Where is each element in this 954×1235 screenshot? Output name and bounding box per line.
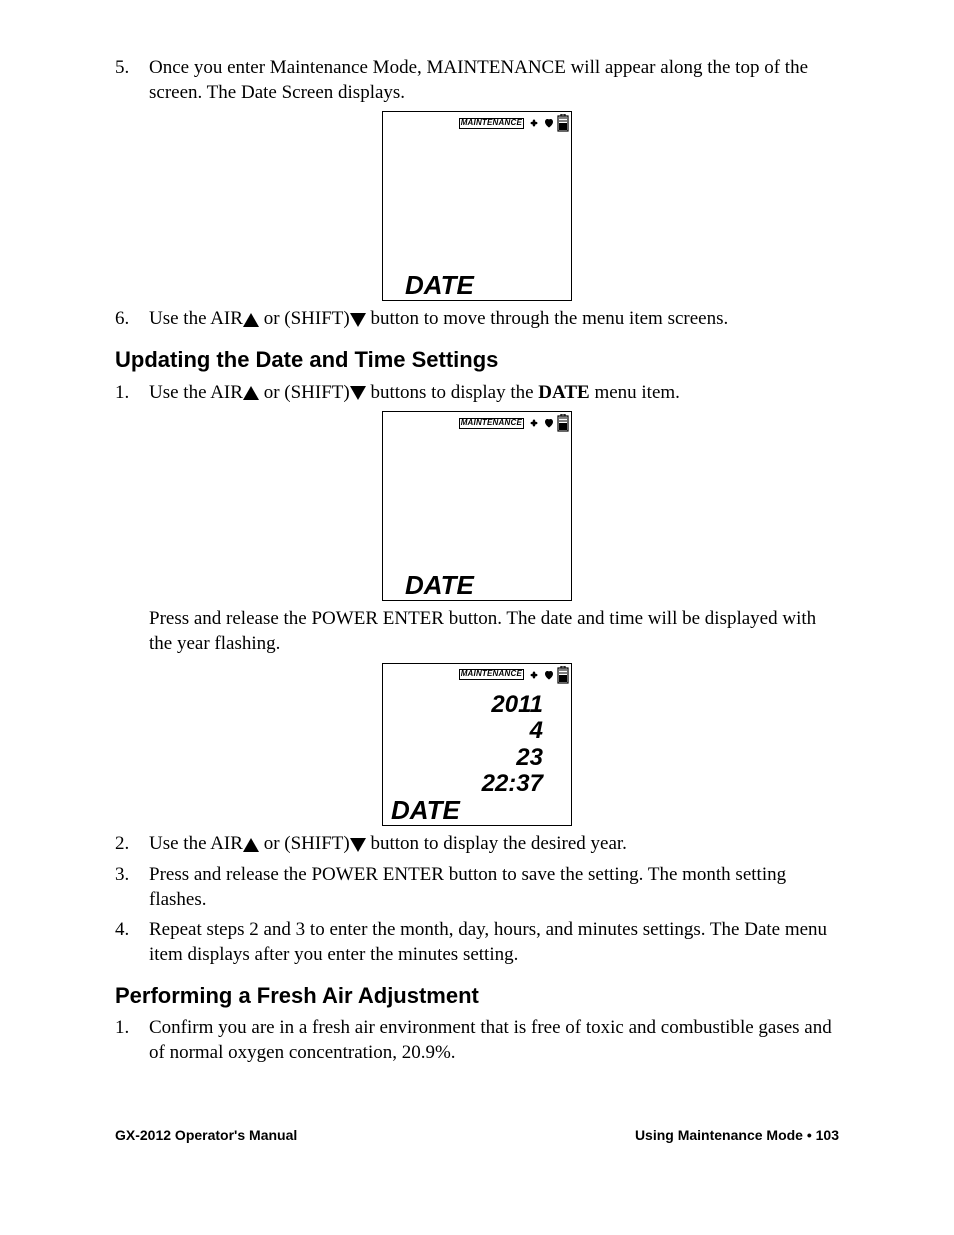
fan-icon — [527, 416, 541, 430]
list-number: 1. — [115, 1016, 149, 1065]
list-item-s1-4: 4. Repeat steps 2 and 3 to enter the mon… — [115, 918, 839, 967]
list-item-s1-2: 2. Use the AIR or (SHIFT) button to disp… — [115, 832, 839, 857]
screen-footer-label: DATE — [383, 572, 571, 600]
down-triangle-icon — [350, 386, 366, 400]
list-body: Press and release the POWER ENTER button… — [149, 607, 839, 656]
list-item-6: 6. Use the AIR or (SHIFT) button to move… — [115, 307, 839, 332]
text-mid: or (SHIFT) — [259, 833, 350, 854]
screen-values: 2011 4 23 22:37 — [383, 684, 571, 798]
fan-icon — [527, 668, 541, 682]
list-body: Once you enter Maintenance Mode, MAINTEN… — [149, 56, 839, 105]
list-body: Use the AIR or (SHIFT) buttons to displa… — [149, 381, 839, 406]
list-number: 5. — [115, 56, 149, 105]
list-number: 1. — [115, 381, 149, 406]
fan-icon — [527, 116, 541, 130]
device-screen: MAINTENANCE DATE — [382, 111, 572, 301]
screen-header: MAINTENANCE — [383, 112, 571, 132]
battery-icon — [557, 114, 569, 132]
heart-icon — [543, 417, 555, 429]
text-post: buttons to display the — [366, 382, 539, 403]
list-number: 3. — [115, 863, 149, 912]
device-screen: MAINTENANCE 2011 4 23 22:37 DATE — [382, 663, 572, 827]
footer-right: Using Maintenance Mode • 103 — [635, 1126, 839, 1144]
maintenance-label: MAINTENANCE — [459, 669, 524, 680]
list-body: Confirm you are in a fresh air environme… — [149, 1016, 839, 1065]
list-number: 4. — [115, 918, 149, 967]
list-number: 6. — [115, 307, 149, 332]
text-pre: Use the AIR — [149, 833, 243, 854]
down-triangle-icon — [350, 838, 366, 852]
list-item-s1-1b: Press and release the POWER ENTER button… — [115, 607, 839, 656]
screen-footer-label: DATE — [383, 797, 571, 825]
list-body: Press and release the POWER ENTER button… — [149, 863, 839, 912]
screen-header: MAINTENANCE — [383, 412, 571, 432]
down-triangle-icon — [350, 313, 366, 327]
text-mid: or (SHIFT) — [259, 382, 350, 403]
list-item-5: 5. Once you enter Maintenance Mode, MAIN… — [115, 56, 839, 105]
text-pre: Use the AIR — [149, 308, 243, 329]
heart-icon — [543, 117, 555, 129]
value-time: 22:37 — [383, 771, 543, 797]
screen-body — [383, 432, 571, 572]
heading-updating-date: Updating the Date and Time Settings — [115, 346, 839, 375]
maintenance-label: MAINTENANCE — [459, 418, 524, 429]
screen-footer-label: DATE — [383, 272, 571, 300]
text-post2: menu item. — [590, 382, 680, 403]
maintenance-label: MAINTENANCE — [459, 118, 524, 129]
battery-icon — [557, 414, 569, 432]
list-item-s1-3: 3. Press and release the POWER ENTER but… — [115, 863, 839, 912]
text-bold: DATE — [538, 382, 589, 403]
text-mid: or (SHIFT) — [259, 308, 350, 329]
screen-header: MAINTENANCE — [383, 664, 571, 684]
heart-icon — [543, 669, 555, 681]
list-item-s2-1: 1. Confirm you are in a fresh air enviro… — [115, 1016, 839, 1065]
screen-figure-2: MAINTENANCE DATE — [115, 411, 839, 601]
list-number-empty — [115, 607, 149, 656]
page-footer: GX-2012 Operator's Manual Using Maintena… — [115, 1126, 839, 1144]
list-body: Use the AIR or (SHIFT) button to move th… — [149, 307, 839, 332]
screen-figure-1: MAINTENANCE DATE — [115, 111, 839, 301]
up-triangle-icon — [243, 313, 259, 327]
list-item-s1-1: 1. Use the AIR or (SHIFT) buttons to dis… — [115, 381, 839, 406]
up-triangle-icon — [243, 838, 259, 852]
value-day: 23 — [383, 745, 543, 771]
list-number: 2. — [115, 832, 149, 857]
text-post: button to move through the menu item scr… — [366, 308, 729, 329]
up-triangle-icon — [243, 386, 259, 400]
value-month: 4 — [383, 718, 543, 744]
battery-icon — [557, 666, 569, 684]
list-body: Repeat steps 2 and 3 to enter the month,… — [149, 918, 839, 967]
heading-fresh-air: Performing a Fresh Air Adjustment — [115, 982, 839, 1011]
text-pre: Use the AIR — [149, 382, 243, 403]
screen-body — [383, 132, 571, 272]
list-body: Use the AIR or (SHIFT) button to display… — [149, 832, 839, 857]
footer-left: GX-2012 Operator's Manual — [115, 1126, 297, 1144]
screen-figure-3: MAINTENANCE 2011 4 23 22:37 DATE — [115, 663, 839, 827]
device-screen: MAINTENANCE DATE — [382, 411, 572, 601]
value-year: 2011 — [383, 692, 543, 718]
text-post: button to display the desired year. — [366, 833, 627, 854]
